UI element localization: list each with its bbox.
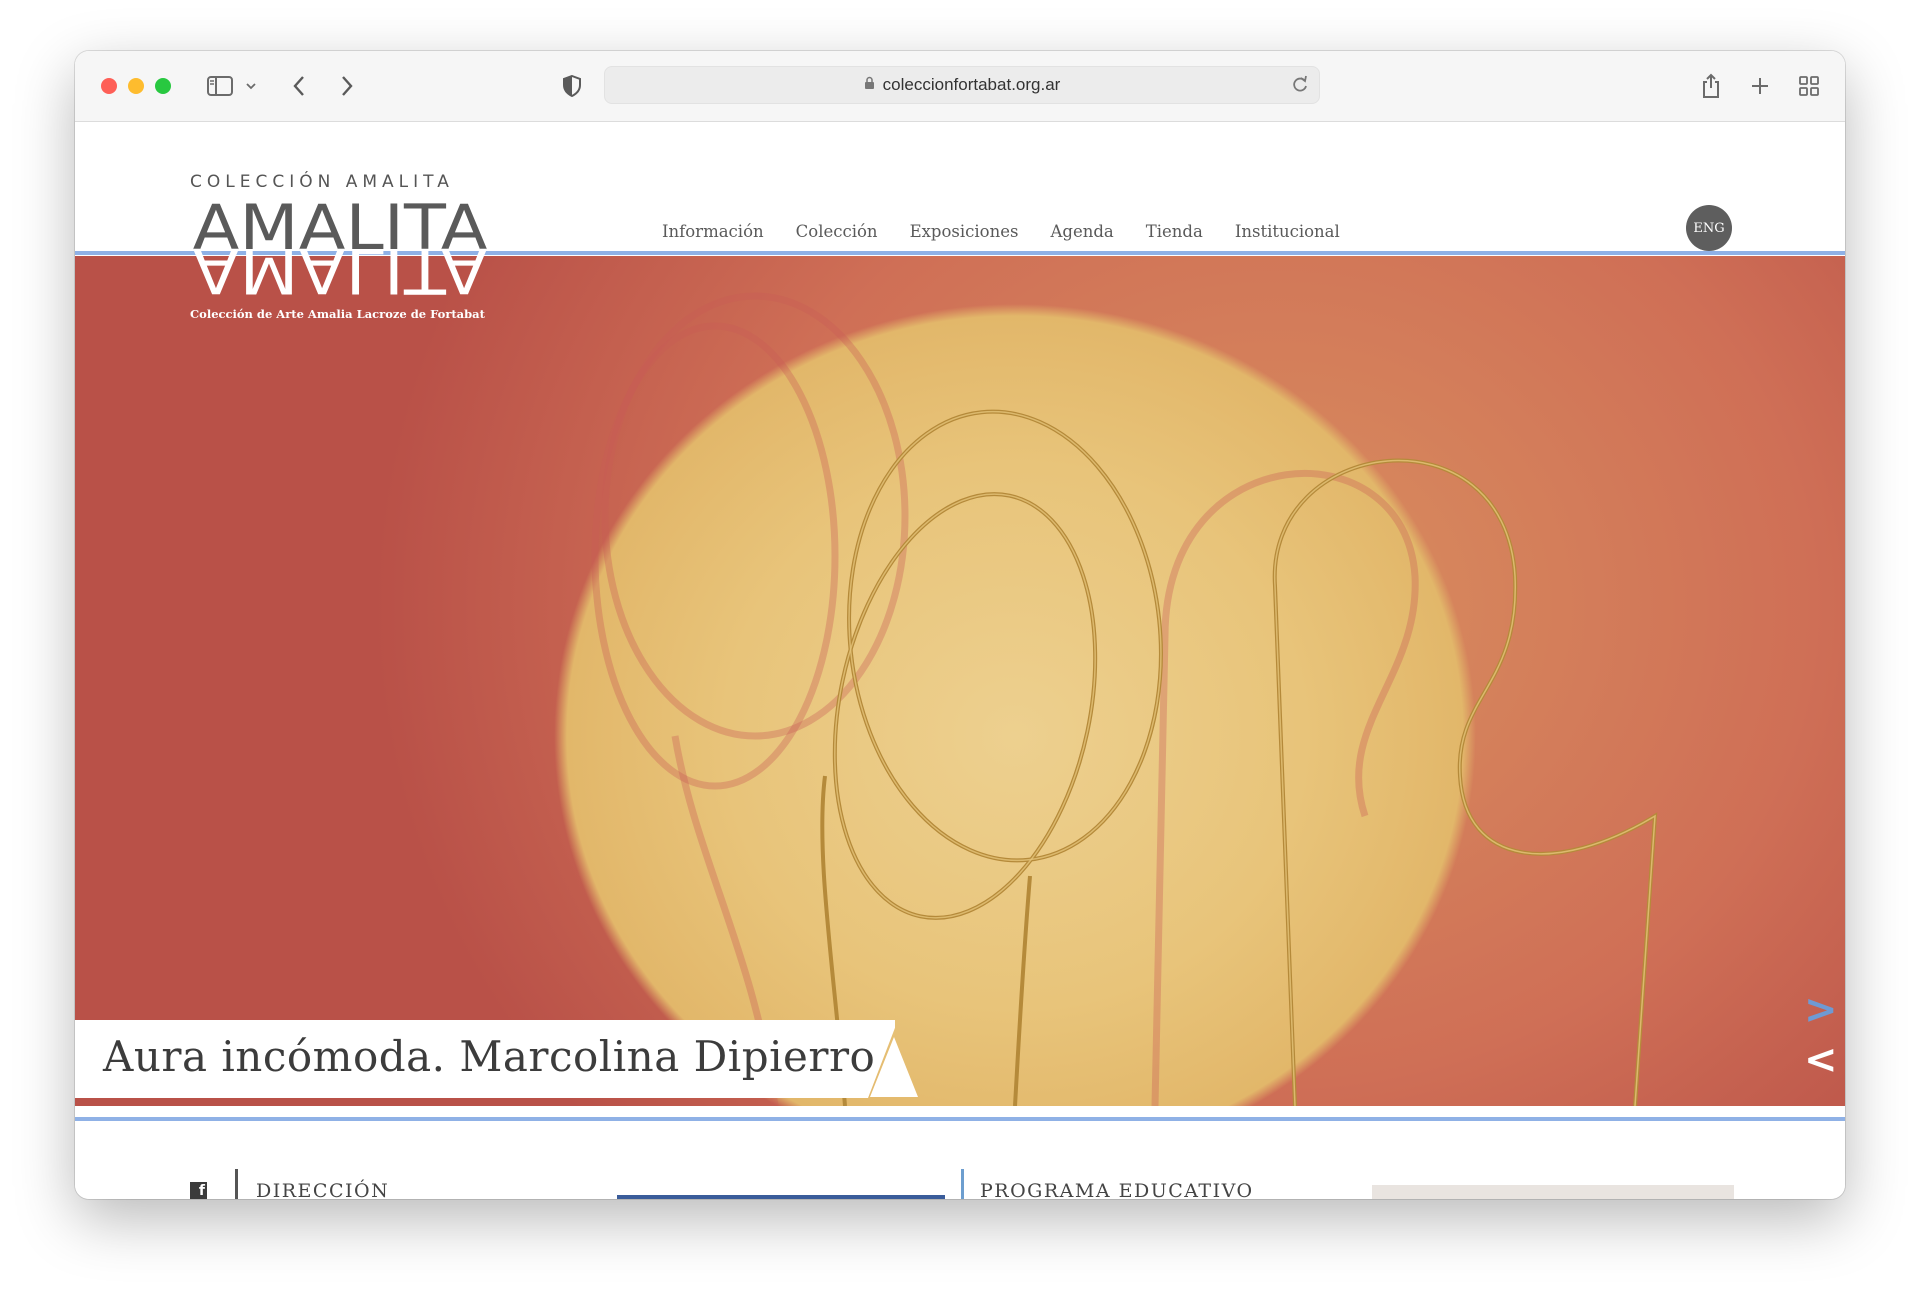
close-window-button[interactable] (101, 78, 117, 94)
nav-item-exposiciones[interactable]: Exposiciones (910, 222, 1019, 241)
slider-prev-arrow[interactable]: < (1804, 1037, 1838, 1083)
forward-icon[interactable] (335, 71, 359, 101)
web-page: COLECCIÓN AMALITA AMALITA AMALITA Colecc… (75, 122, 1845, 1199)
triangle-decoration (870, 1037, 918, 1097)
facebook-icon[interactable]: f (190, 1182, 207, 1199)
section-image[interactable] (1372, 1185, 1734, 1199)
main-nav: Información Colección Exposiciones Agend… (662, 222, 1372, 241)
section-divider (235, 1169, 238, 1199)
nav-item-institucional[interactable]: Institucional (1235, 222, 1340, 241)
section-title-programa-educativo[interactable]: PROGRAMA EDUCATIVO (980, 1180, 1254, 1199)
browser-toolbar: coleccionfortabat.org.ar (75, 51, 1845, 122)
nav-item-coleccion[interactable]: Colección (796, 222, 878, 241)
logo-collection-label: COLECCIÓN AMALITA (190, 172, 454, 192)
language-toggle-button[interactable]: ENG (1686, 205, 1732, 251)
reload-icon[interactable] (1291, 74, 1309, 99)
amalita-logo-mark: AMALITA AMALITA (193, 194, 488, 304)
zoom-window-button[interactable] (155, 78, 171, 94)
slide-caption-text: Aura incómoda. Marcolina Dipierro (103, 1032, 876, 1081)
slider-next-arrow[interactable]: > (1804, 987, 1838, 1033)
logo-subtitle: Colección de Arte Amalia Lacroze de Fort… (190, 307, 485, 321)
hero-bottom-divider (75, 1117, 1845, 1121)
nav-item-tienda[interactable]: Tienda (1146, 222, 1203, 241)
share-icon[interactable] (1698, 71, 1724, 101)
wire-sculpture-artwork (591, 292, 1658, 1106)
browser-window: coleccionfortabat.org.ar COLECCIÓN AMALI… (75, 51, 1845, 1199)
lock-icon (864, 75, 875, 95)
nav-item-informacion[interactable]: Información (662, 222, 764, 241)
address-bar[interactable]: coleccionfortabat.org.ar (604, 66, 1320, 104)
sidebar-icon[interactable] (205, 71, 235, 101)
slide-caption[interactable]: Aura incómoda. Marcolina Dipierro (75, 1020, 918, 1098)
section-image[interactable] (617, 1195, 945, 1199)
site-logo[interactable]: COLECCIÓN AMALITA AMALITA AMALITA Colecc… (190, 172, 490, 322)
privacy-shield-icon[interactable] (560, 71, 584, 101)
back-icon[interactable] (287, 71, 311, 101)
minimize-window-button[interactable] (128, 78, 144, 94)
nav-item-agenda[interactable]: Agenda (1050, 222, 1113, 241)
section-divider (961, 1169, 964, 1199)
logo-word-reflection: AMALITA (193, 234, 488, 304)
new-tab-icon[interactable] (1748, 71, 1772, 101)
tab-overview-icon[interactable] (1796, 71, 1822, 101)
chevron-down-icon[interactable] (243, 71, 259, 101)
url-text: coleccionfortabat.org.ar (882, 75, 1061, 94)
hero-slideshow-image (75, 256, 1845, 1106)
section-title-direccion[interactable]: DIRECCIÓN (256, 1180, 389, 1199)
